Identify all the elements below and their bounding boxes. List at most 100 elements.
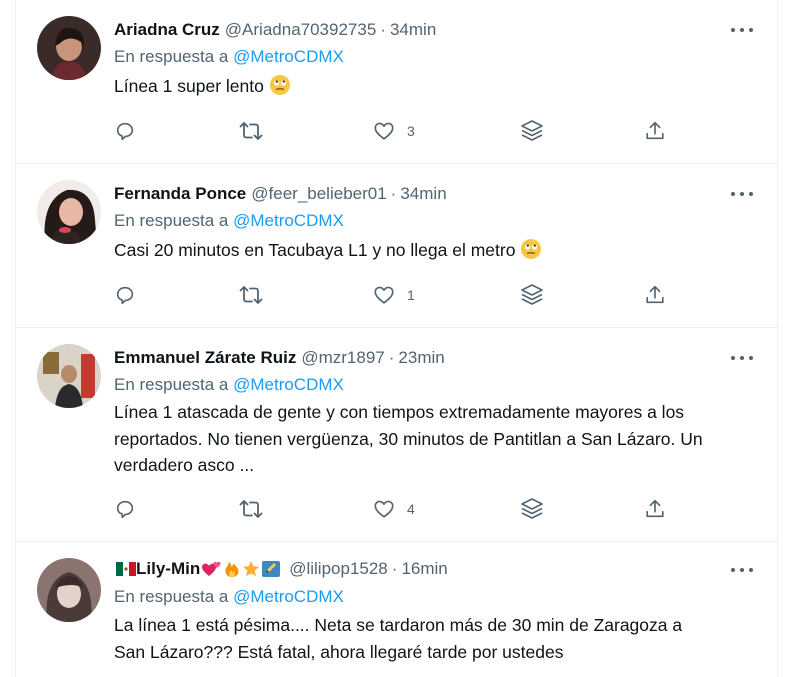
tweet-text: Línea 1 super lento: [114, 73, 764, 104]
retweet-button[interactable]: [239, 496, 263, 522]
fire-icon: [225, 562, 239, 577]
mention-link[interactable]: @MetroCDMX: [233, 47, 344, 66]
tweet-actions: 1: [114, 282, 674, 308]
two-hearts-icon: [202, 561, 221, 576]
mexico-flag-icon: [116, 562, 136, 576]
tweet-text: Línea 1 atascada de gente y con tiempos …: [114, 399, 764, 479]
reply-icon: [116, 122, 134, 141]
tweet-text-line: verdadero asco ...: [114, 455, 255, 475]
like-icon: [374, 286, 394, 304]
like-count: 1: [407, 287, 415, 303]
tweet-text-line: Línea 1 super lento: [114, 76, 264, 96]
tweet-text-line: San Lázaro??? Está fatal, ahora llegaré …: [114, 641, 564, 662]
tweet[interactable]: Ariadna Cruz @Ariadna70392735 · 34min En…: [16, 0, 779, 164]
username[interactable]: @Ariadna70392735: [225, 20, 377, 40]
avatar[interactable]: [37, 16, 101, 80]
tweet-text: La línea 1 está pésima.... Neta se tarda…: [114, 612, 764, 665]
pencil-icon: [262, 561, 281, 577]
stack-icon: [521, 284, 543, 305]
tweet[interactable]: Fernanda Ponce @feer_belieber01 · 34min …: [16, 164, 779, 328]
share-icon: [646, 121, 664, 140]
username[interactable]: @mzr1897: [301, 348, 384, 368]
tweet-text-line: La línea 1 está pésima.... Neta se tarda…: [114, 615, 683, 635]
tweet-text-line: reportados. No tienen vergüenza, 30 minu…: [114, 428, 703, 449]
reply-icon: [116, 286, 134, 305]
display-name[interactable]: Ariadna Cruz: [114, 20, 220, 40]
retweet-button[interactable]: [239, 282, 263, 308]
name-emojis: [116, 561, 136, 577]
timestamp[interactable]: 23min: [398, 348, 444, 368]
face-with-rolling-eyes-icon: [520, 238, 542, 268]
display-name[interactable]: Fernanda Ponce: [114, 184, 246, 204]
share-icon: [646, 285, 664, 304]
separator: ·: [391, 559, 398, 578]
like-button[interactable]: 4: [373, 496, 415, 522]
face-with-rolling-eyes-icon: [269, 74, 291, 104]
tweet-text: Casi 20 minutos en Tacubaya L1 y no lleg…: [114, 237, 764, 268]
share-icon: [646, 499, 664, 518]
more-icon[interactable]: [731, 20, 753, 40]
mention-link[interactable]: @MetroCDMX: [233, 375, 344, 394]
tweet-actions: 4: [114, 496, 674, 522]
tweet[interactable]: Emmanuel Zárate Ruiz @mzr1897 · 23min En…: [16, 328, 779, 542]
avatar[interactable]: [37, 180, 101, 244]
reply-button[interactable]: [114, 118, 136, 144]
stack-button[interactable]: [519, 282, 545, 308]
reply-button[interactable]: [114, 282, 136, 308]
name-emojis: [202, 560, 281, 578]
tweet-header: Lily-Min @lilipop1528 · 16min: [114, 558, 448, 580]
retweet-icon: [239, 122, 263, 140]
separator: ·: [390, 184, 397, 203]
reply-context: En respuesta a @MetroCDMX: [114, 47, 344, 67]
share-button[interactable]: [644, 118, 666, 144]
tweet-header: Fernanda Ponce @feer_belieber01 · 34min: [114, 183, 447, 205]
share-button[interactable]: [644, 282, 666, 308]
retweet-icon: [239, 500, 263, 518]
star-icon: [243, 561, 260, 577]
retweet-icon: [239, 286, 263, 304]
reply-prefix: En respuesta a: [114, 211, 229, 230]
timestamp[interactable]: 34min: [400, 184, 446, 204]
reply-context: En respuesta a @MetroCDMX: [114, 587, 344, 607]
display-name[interactable]: Lily-Min: [136, 559, 200, 579]
timestamp[interactable]: 34min: [390, 20, 436, 40]
like-icon: [374, 500, 394, 518]
stack-button[interactable]: [519, 496, 545, 522]
reply-icon: [116, 500, 134, 519]
stack-button[interactable]: [519, 118, 545, 144]
mention-link[interactable]: @MetroCDMX: [233, 211, 344, 230]
stack-icon: [521, 498, 543, 519]
avatar[interactable]: [37, 344, 101, 408]
retweet-button[interactable]: [239, 118, 263, 144]
separator: ·: [388, 348, 395, 367]
reply-prefix: En respuesta a: [114, 587, 229, 606]
more-icon[interactable]: [731, 348, 753, 368]
username[interactable]: @feer_belieber01: [251, 184, 386, 204]
reply-prefix: En respuesta a: [114, 375, 229, 394]
username[interactable]: @lilipop1528: [289, 559, 388, 579]
like-button[interactable]: 1: [373, 282, 415, 308]
like-count: 3: [407, 123, 415, 139]
mention-link[interactable]: @MetroCDMX: [233, 587, 344, 606]
reply-context: En respuesta a @MetroCDMX: [114, 375, 344, 395]
more-icon[interactable]: [731, 560, 753, 580]
like-count: 4: [407, 501, 415, 517]
tweet-text-line: Línea 1 atascada de gente y con tiempos …: [114, 402, 685, 422]
display-name[interactable]: Emmanuel Zárate Ruiz: [114, 348, 296, 368]
more-icon[interactable]: [731, 184, 753, 204]
tweet-header: Ariadna Cruz @Ariadna70392735 · 34min: [114, 19, 436, 41]
tweet-header: Emmanuel Zárate Ruiz @mzr1897 · 23min: [114, 347, 445, 369]
replies-feed: Ariadna Cruz @Ariadna70392735 · 34min En…: [15, 0, 779, 677]
avatar[interactable]: [37, 558, 101, 622]
reply-button[interactable]: [114, 496, 136, 522]
reply-context: En respuesta a @MetroCDMX: [114, 211, 344, 231]
reply-prefix: En respuesta a: [114, 47, 229, 66]
tweet[interactable]: Lily-Min @lilipop1528 · 16min En respues…: [16, 542, 779, 677]
tweet-actions: 3: [114, 118, 674, 144]
share-button[interactable]: [644, 496, 666, 522]
like-icon: [374, 122, 394, 140]
timestamp[interactable]: 16min: [401, 559, 447, 579]
tweet-text-line: Casi 20 minutos en Tacubaya L1 y no lleg…: [114, 240, 516, 260]
like-button[interactable]: 3: [373, 118, 415, 144]
stack-icon: [521, 120, 543, 141]
